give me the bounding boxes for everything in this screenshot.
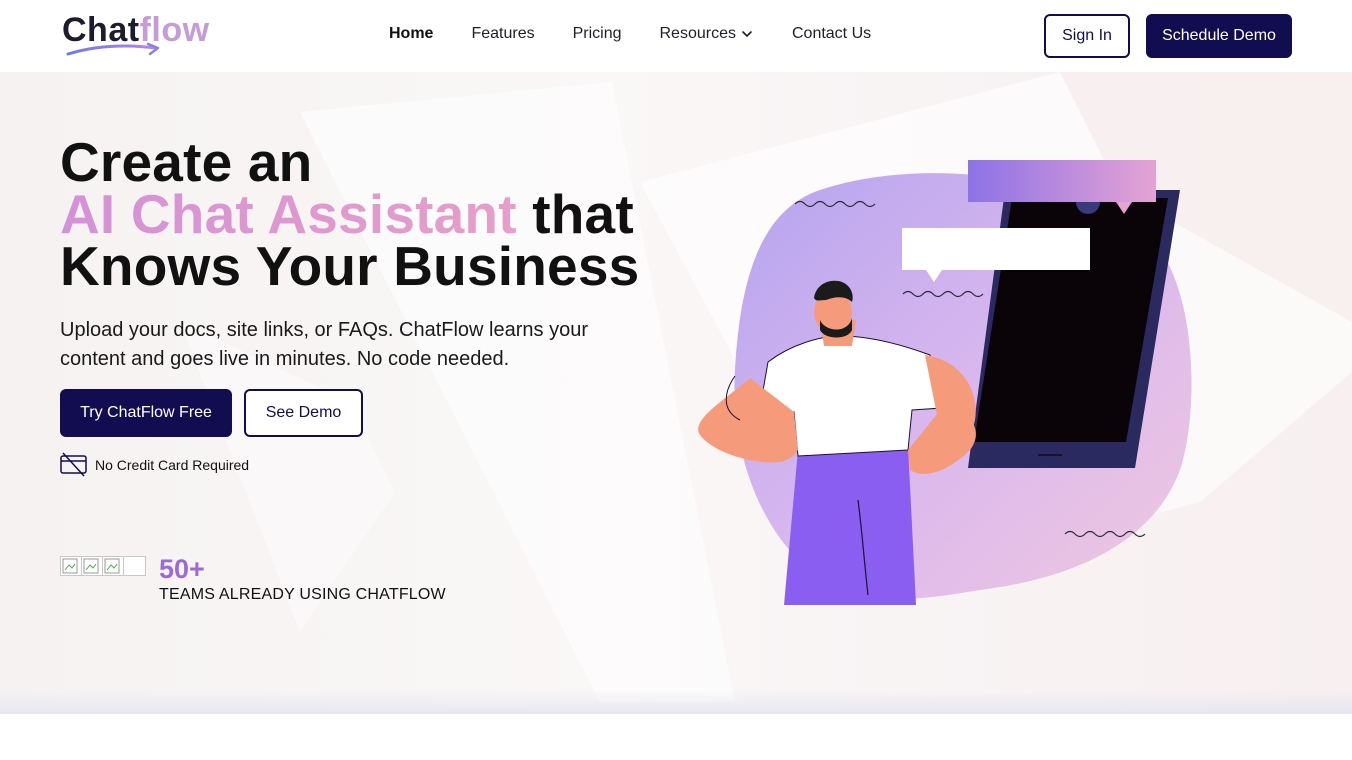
avatar [123, 556, 146, 576]
nav-contact-label: Contact Us [791, 25, 872, 42]
no-credit-card-note: No Credit Card Required [60, 452, 249, 477]
avatar [81, 556, 103, 576]
teams-count-label: TEAMS ALREADY USING CHATFLOW [159, 586, 446, 603]
no-credit-card-text: No Credit Card Required [95, 456, 250, 473]
hero-subtitle: Upload your docs, site links, or FAQs. C… [60, 319, 588, 370]
nav-pricing-link[interactable]: Pricing [573, 23, 622, 45]
nav-features-label: Features [471, 25, 535, 42]
hero-bottom-shadow [0, 690, 1352, 714]
nav-contact-link[interactable]: Contact Us [792, 23, 871, 45]
nav-home-label: Home [389, 25, 434, 42]
schedule-demo-button[interactable]: Schedule Demo [1146, 14, 1292, 58]
nav-resources-dropdown[interactable]: Resources [660, 23, 754, 45]
hero-headline: Create an AI Chat Assistant that Knows Y… [60, 135, 639, 294]
teams-count: 50+ [159, 554, 205, 584]
nav-resources-label: Resources [659, 25, 736, 42]
see-demo-button[interactable]: See Demo [244, 389, 363, 437]
headline-line-3: Knows Your Business [60, 235, 640, 297]
avatar [60, 556, 82, 576]
top-navigation: Chatflow Home Features Pricing Resources… [0, 0, 1352, 72]
try-free-button[interactable]: Try ChatFlow Free [60, 389, 232, 437]
avatar [102, 556, 124, 576]
nav-links: Home Features Pricing Resources Contact … [389, 23, 871, 45]
nav-features-link[interactable]: Features [471, 23, 534, 45]
hero-illustration [698, 160, 1192, 605]
logo-swoosh-icon [66, 42, 160, 56]
chevron-down-icon [742, 31, 752, 37]
nav-home-link[interactable]: Home [389, 23, 433, 45]
avatar-group [60, 556, 146, 576]
sign-in-button[interactable]: Sign In [1044, 14, 1130, 58]
chatflow-logo[interactable]: Chatflow [62, 8, 222, 60]
no-card-icon [60, 452, 87, 477]
nav-pricing-label: Pricing [572, 25, 622, 42]
